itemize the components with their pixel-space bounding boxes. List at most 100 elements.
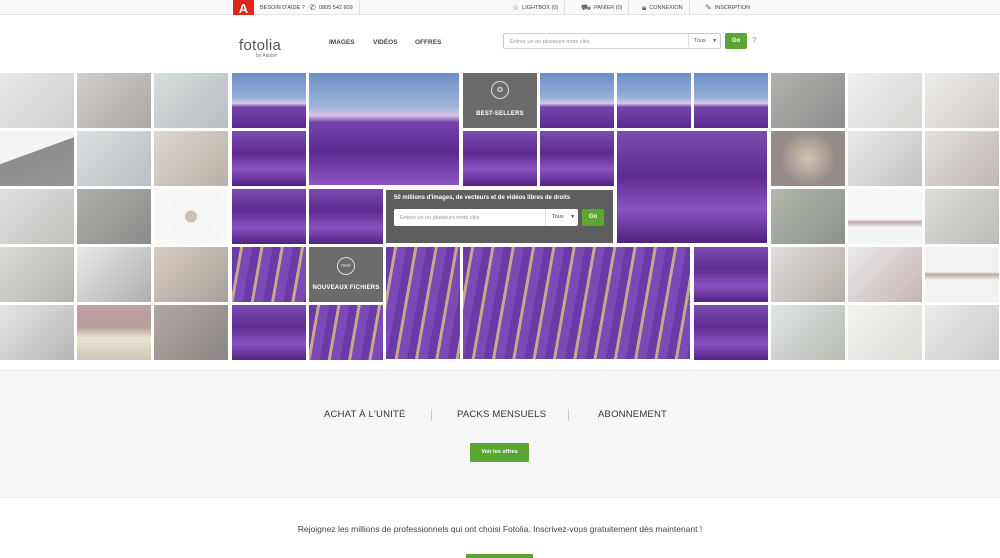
best-sellers-label: BEST-SELLERS: [476, 111, 524, 117]
mosaic-image-large[interactable]: [309, 73, 459, 185]
view-offers-button[interactable]: Voir les offres: [470, 443, 529, 462]
mosaic-image[interactable]: [771, 189, 845, 244]
mosaic-image[interactable]: [154, 247, 228, 302]
mosaic-image[interactable]: [0, 247, 74, 302]
mosaic-image[interactable]: [77, 189, 151, 244]
mosaic-image[interactable]: [154, 189, 228, 244]
top-utility-bar: BESOIN D'AIDE ? ✆ 0805 542 609 ☆ LIGHTBOX …: [0, 0, 1000, 15]
login-label: CONNEXION: [649, 4, 683, 11]
mosaic-image[interactable]: [848, 189, 922, 244]
cart-label: PANIER (0): [594, 4, 623, 11]
mosaic-image[interactable]: [77, 131, 151, 186]
signup-button-partial[interactable]: [466, 554, 533, 558]
join-text: Rejoignez les millions de professionnels…: [297, 524, 703, 534]
mosaic-image[interactable]: [154, 73, 228, 128]
phone-icon: ✆: [309, 3, 316, 12]
mosaic-image[interactable]: [232, 189, 306, 244]
mosaic-image[interactable]: [540, 131, 614, 186]
mosaic-image[interactable]: [463, 131, 537, 186]
login-link[interactable]: 🔒︎ CONNEXION: [636, 0, 690, 15]
mosaic-image[interactable]: [77, 73, 151, 128]
mosaic-image[interactable]: [154, 305, 228, 360]
mosaic-image[interactable]: [771, 305, 845, 360]
help-contact[interactable]: BESOIN D'AIDE ? ✆ 0805 542 609: [254, 0, 360, 15]
mosaic-image[interactable]: [771, 73, 845, 128]
chevron-down-icon: ▼: [570, 214, 576, 220]
mosaic-image[interactable]: [232, 305, 306, 360]
mosaic-image[interactable]: [925, 131, 999, 186]
mosaic-image[interactable]: [848, 247, 922, 302]
nav-images[interactable]: IMAGES: [329, 39, 355, 46]
hero-mosaic: ✪ BEST-SELLERS new NOUVEAUX FICHIERS 50 …: [0, 73, 1000, 360]
mosaic-image[interactable]: [771, 247, 845, 302]
mosaic-image[interactable]: [0, 305, 74, 360]
mosaic-image[interactable]: [154, 131, 228, 186]
header-search: Tous ▼: [503, 33, 721, 49]
hero-search-input[interactable]: [400, 213, 540, 222]
new-badge-icon: new: [337, 257, 355, 275]
pencil-icon: ✎: [705, 3, 712, 12]
mosaic-image[interactable]: [694, 305, 768, 360]
mosaic-image[interactable]: [925, 189, 999, 244]
main-header: fotolia by Adobe IMAGES VIDÉOS OFFRES To…: [0, 15, 1000, 73]
mosaic-image[interactable]: [694, 247, 768, 302]
hero-category-value: Tous: [552, 214, 564, 220]
mosaic-image[interactable]: [232, 73, 306, 128]
search-help-icon[interactable]: ?: [752, 36, 756, 45]
mosaic-image[interactable]: [77, 247, 151, 302]
mosaic-image[interactable]: [0, 131, 74, 186]
mosaic-image[interactable]: [232, 131, 306, 186]
ribbon-icon: ✪: [491, 81, 509, 99]
search-input[interactable]: [510, 37, 685, 46]
mosaic-image[interactable]: [925, 305, 999, 360]
new-files-card[interactable]: new NOUVEAUX FICHIERS: [309, 247, 383, 302]
signup-label: INSCRIPTION: [714, 4, 751, 11]
mosaic-image[interactable]: [771, 131, 845, 186]
mosaic-image-large[interactable]: [617, 131, 767, 243]
cart-link[interactable]: ⛟ PANIER (0): [575, 0, 630, 15]
hero-category-select[interactable]: Tous ▼: [545, 209, 578, 226]
cart-icon: ⛟: [581, 3, 592, 12]
mosaic-image[interactable]: [617, 73, 691, 128]
offer-single-purchase[interactable]: ACHAT À L'UNITÉ: [324, 409, 406, 420]
mosaic-image[interactable]: [848, 305, 922, 360]
help-label: BESOIN D'AIDE ?: [260, 4, 305, 11]
offers-section: ACHAT À L'UNITÉ PACKS MENSUELS ABONNEMEN…: [0, 370, 1000, 498]
chevron-down-icon: ▼: [712, 38, 718, 44]
hero-search-panel: 50 millions d'images, de vecteurs et de …: [386, 190, 613, 243]
mosaic-image[interactable]: [309, 305, 383, 360]
hero-search: Tous ▼: [394, 209, 578, 226]
brand-sub: by Adobe: [256, 53, 277, 59]
lightbox-link[interactable]: ☆ LIGHTBOX (0): [506, 0, 566, 15]
search-category-select[interactable]: Tous ▼: [688, 34, 721, 48]
offer-divider: [568, 409, 569, 421]
brand-logo[interactable]: fotolia: [239, 37, 281, 54]
hero-go-button[interactable]: Go: [582, 209, 604, 226]
lightbox-label: LIGHTBOX (0): [522, 4, 559, 11]
mosaic-image-large[interactable]: [386, 247, 460, 359]
mosaic-image[interactable]: [77, 305, 151, 360]
signup-link[interactable]: ✎ INSCRIPTION: [699, 0, 756, 15]
mosaic-image-large[interactable]: [463, 247, 690, 359]
mosaic-image[interactable]: [925, 247, 999, 302]
star-icon: ☆: [512, 3, 520, 12]
search-go-button[interactable]: Go: [725, 33, 747, 49]
mosaic-image[interactable]: [232, 247, 306, 302]
mosaic-image[interactable]: [694, 73, 768, 128]
search-category-value: Tous: [694, 38, 706, 44]
mosaic-image[interactable]: [0, 189, 74, 244]
mosaic-image[interactable]: [848, 131, 922, 186]
phone-number: 0805 542 609: [319, 4, 353, 11]
mosaic-image[interactable]: [925, 73, 999, 128]
best-sellers-card[interactable]: ✪ BEST-SELLERS: [463, 73, 537, 128]
offer-monthly-packs[interactable]: PACKS MENSUELS: [457, 409, 546, 420]
mosaic-image[interactable]: [540, 73, 614, 128]
nav-offers[interactable]: OFFRES: [415, 39, 441, 46]
mosaic-image[interactable]: [0, 73, 74, 128]
mosaic-image[interactable]: [309, 189, 383, 244]
hero-title: 50 millions d'images, de vecteurs et de …: [394, 195, 571, 201]
offer-subscription[interactable]: ABONNEMENT: [598, 409, 667, 420]
new-files-label: NOUVEAUX FICHIERS: [312, 285, 380, 291]
nav-videos[interactable]: VIDÉOS: [373, 39, 398, 46]
mosaic-image[interactable]: [848, 73, 922, 128]
